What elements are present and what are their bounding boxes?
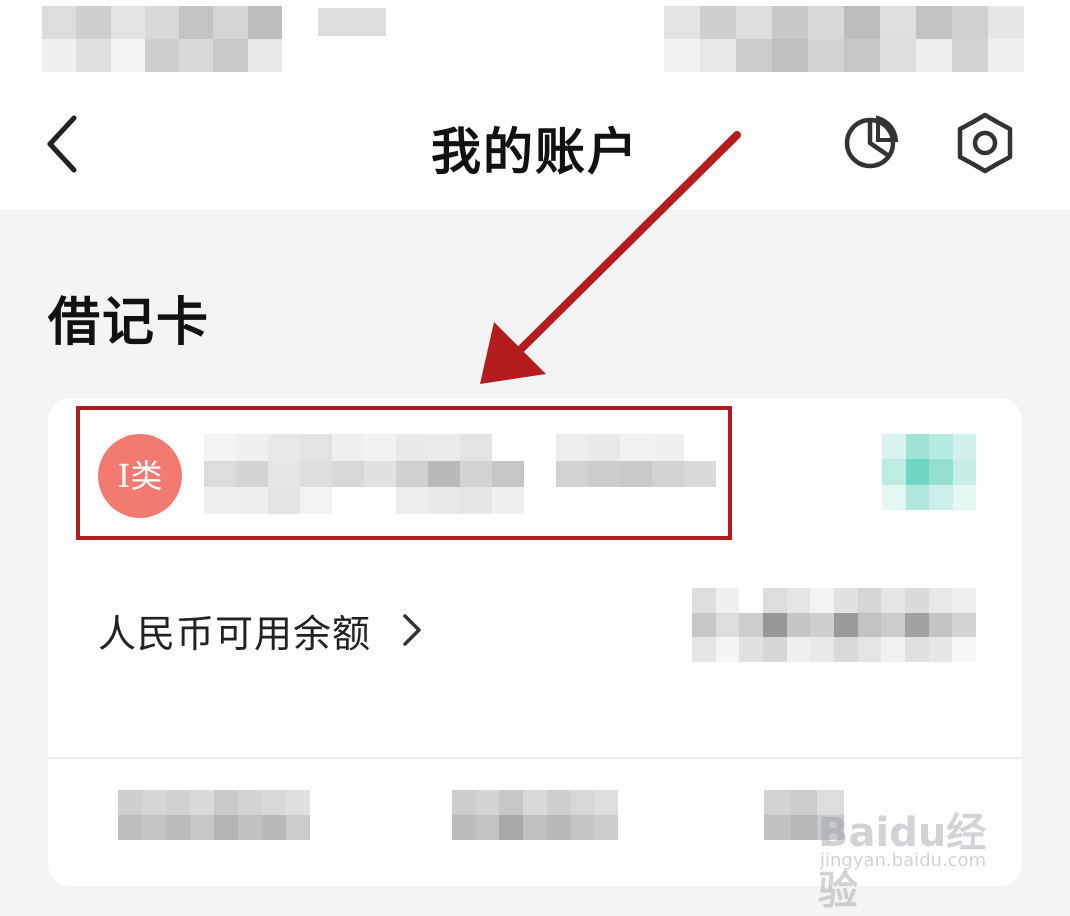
page-title: 我的账户: [431, 123, 639, 181]
chevron-right-icon: [403, 614, 421, 646]
card-action-1-blurred[interactable]: [118, 790, 310, 840]
settings-button[interactable]: [952, 110, 1018, 176]
account-highlight-box: [76, 406, 732, 540]
pie-chart-icon: [844, 115, 899, 169]
balance-row[interactable]: 人民币可用余额: [98, 602, 423, 658]
status-bar-blurred-right: [664, 6, 1024, 72]
statistics-button[interactable]: [842, 112, 902, 174]
balance-amount-blurred: [692, 588, 976, 662]
card-divider: [48, 757, 1022, 759]
gear-icon: [957, 112, 1013, 174]
watermark-url: jingyan.baidu.com: [820, 850, 987, 871]
card-tag-blurred: [882, 434, 976, 510]
card-action-2-blurred[interactable]: [452, 790, 618, 840]
status-bar-blurred-left: [42, 6, 282, 72]
section-title: 借记卡: [48, 293, 211, 353]
balance-label: 人民币可用余额: [98, 611, 372, 656]
baidu-jingyan-watermark: Baidu经验 jingyan.baidu.com: [818, 790, 1018, 914]
status-bar-blurred-mid: [318, 8, 386, 36]
